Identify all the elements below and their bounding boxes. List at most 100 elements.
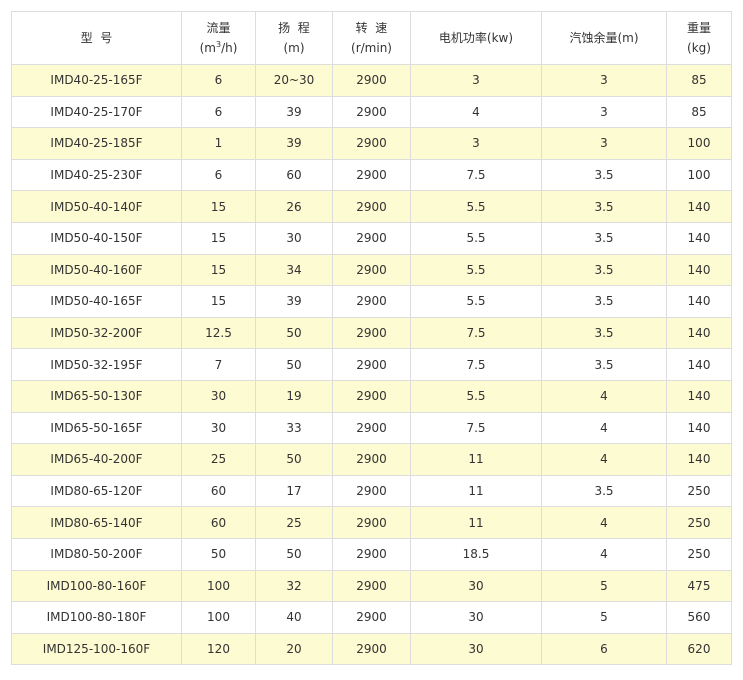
cell-flow: 30 (181, 379, 256, 413)
cell-speed: 2900 (332, 285, 411, 318)
cell-flow: 120 (181, 632, 256, 666)
cell-flow: 6 (181, 64, 256, 97)
cell-head: 32 (255, 569, 333, 603)
cell-weight: 85 (666, 95, 732, 129)
cell-flow: 50 (181, 537, 256, 571)
cell-power: 11 (410, 506, 542, 539)
cell-speed: 2900 (332, 158, 411, 192)
cell-model: IMD50-40-140F (11, 190, 182, 223)
cell-model: IMD40-25-185F (11, 127, 182, 160)
cell-flow: 6 (181, 95, 256, 129)
cell-speed: 2900 (332, 569, 411, 603)
cell-head: 50 (255, 537, 333, 571)
table-row: IMD65-40-200F 25 50 2900 11 4 140 (11, 443, 732, 476)
cell-speed: 2900 (332, 253, 411, 287)
cell-speed: 2900 (332, 506, 411, 539)
cell-power: 5.5 (410, 253, 542, 287)
cell-weight: 140 (666, 411, 732, 445)
table-row: IMD40-25-185F 1 39 2900 3 3 100 (11, 127, 732, 160)
cell-flow: 30 (181, 411, 256, 445)
cell-speed: 2900 (332, 411, 411, 445)
table-row: IMD50-32-200F 12.5 50 2900 7.5 3.5 140 (11, 316, 732, 350)
cell-npsh: 3.5 (541, 190, 667, 223)
cell-power: 7.5 (410, 348, 542, 381)
header-head-unit: (m) (283, 41, 305, 55)
cell-speed: 2900 (332, 474, 411, 508)
cell-npsh: 3.5 (541, 253, 667, 287)
cell-model: IMD50-40-150F (11, 221, 182, 255)
cell-npsh: 3 (541, 64, 667, 97)
table-row: IMD40-25-230F 6 60 2900 7.5 3.5 100 (11, 158, 732, 192)
header-model: 型 号 (11, 11, 182, 65)
cell-weight: 140 (666, 221, 732, 255)
cell-flow: 25 (181, 443, 256, 476)
table-row: IMD65-50-130F 30 19 2900 5.5 4 140 (11, 379, 732, 413)
table-row: IMD50-40-165F 15 39 2900 5.5 3.5 140 (11, 285, 732, 318)
cell-flow: 15 (181, 190, 256, 223)
cell-speed: 2900 (332, 190, 411, 223)
table-row: IMD100-80-180F 100 40 2900 30 5 560 (11, 601, 732, 634)
cell-flow: 15 (181, 253, 256, 287)
table-row: IMD80-50-200F 50 50 2900 18.5 4 250 (11, 537, 732, 571)
table-row: IMD125-100-160F 120 20 2900 30 6 620 (11, 632, 732, 666)
table-row: IMD80-65-140F 60 25 2900 11 4 250 (11, 506, 732, 539)
table-row: IMD100-80-160F 100 32 2900 30 5 475 (11, 569, 732, 603)
header-speed: 转 速 (r/min) (332, 11, 411, 65)
cell-weight: 140 (666, 285, 732, 318)
cell-power: 5.5 (410, 221, 542, 255)
cell-weight: 560 (666, 601, 732, 634)
cell-power: 30 (410, 632, 542, 666)
cell-model: IMD50-40-165F (11, 285, 182, 318)
spec-table-container: 型 号 流量 (m3/h) 扬 程 (m) 转 速 (r/min) 电机功率(k… (11, 11, 732, 666)
cell-npsh: 4 (541, 506, 667, 539)
header-power: 电机功率(kw) (410, 11, 542, 65)
header-model-label: 型 号 (80, 31, 113, 45)
table-row: IMD65-50-165F 30 33 2900 7.5 4 140 (11, 411, 732, 445)
cell-head: 50 (255, 443, 333, 476)
cell-power: 5.5 (410, 190, 542, 223)
cell-power: 7.5 (410, 411, 542, 445)
cell-model: IMD65-50-165F (11, 411, 182, 445)
cell-power: 30 (410, 569, 542, 603)
cell-weight: 100 (666, 127, 732, 160)
header-flow-unit: (m3/h) (199, 40, 238, 56)
cell-npsh: 5 (541, 569, 667, 603)
cell-speed: 2900 (332, 221, 411, 255)
cell-speed: 2900 (332, 348, 411, 381)
cell-speed: 2900 (332, 537, 411, 571)
table-body: IMD40-25-165F 6 20~30 2900 3 3 85 IMD40-… (11, 64, 732, 666)
cell-speed: 2900 (332, 127, 411, 160)
cell-head: 33 (255, 411, 333, 445)
header-weight: 重量 (kg) (666, 11, 732, 65)
cell-head: 20 (255, 632, 333, 666)
header-head: 扬 程 (m) (255, 11, 333, 65)
cell-power: 30 (410, 601, 542, 634)
cell-model: IMD50-40-160F (11, 253, 182, 287)
cell-model: IMD80-65-120F (11, 474, 182, 508)
cell-npsh: 3 (541, 95, 667, 129)
cell-head: 34 (255, 253, 333, 287)
cell-weight: 620 (666, 632, 732, 666)
cell-npsh: 3.5 (541, 474, 667, 508)
cell-flow: 15 (181, 221, 256, 255)
cell-speed: 2900 (332, 316, 411, 350)
table-row: IMD50-40-140F 15 26 2900 5.5 3.5 140 (11, 190, 732, 223)
cell-npsh: 6 (541, 632, 667, 666)
cell-flow: 60 (181, 506, 256, 539)
cell-npsh: 3.5 (541, 221, 667, 255)
cell-npsh: 3.5 (541, 348, 667, 381)
cell-model: IMD50-32-195F (11, 348, 182, 381)
cell-flow: 60 (181, 474, 256, 508)
cell-flow: 100 (181, 569, 256, 603)
header-speed-label: 转 速 (355, 21, 388, 35)
cell-flow: 6 (181, 158, 256, 192)
cell-flow: 12.5 (181, 316, 256, 350)
cell-model: IMD100-80-160F (11, 569, 182, 603)
cell-head: 30 (255, 221, 333, 255)
cell-model: IMD125-100-160F (11, 632, 182, 666)
cell-npsh: 4 (541, 379, 667, 413)
cell-flow: 7 (181, 348, 256, 381)
cell-flow: 100 (181, 601, 256, 634)
cell-flow: 1 (181, 127, 256, 160)
cell-weight: 250 (666, 474, 732, 508)
